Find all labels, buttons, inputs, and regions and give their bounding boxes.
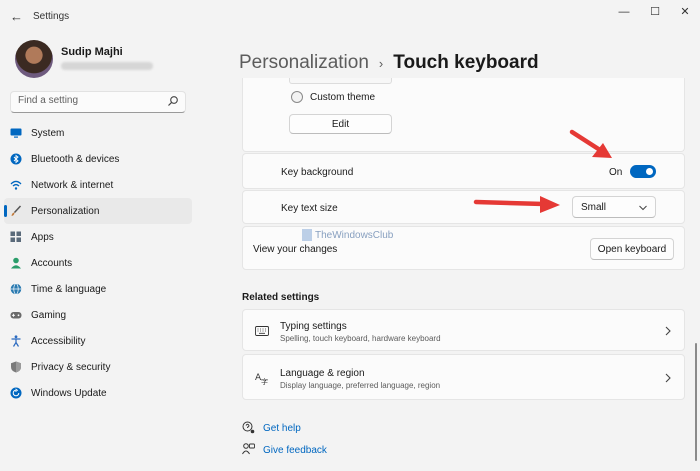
user-name: Sudip Majhi: [61, 46, 123, 58]
close-button[interactable]: ✕: [672, 4, 698, 20]
custom-theme-label: Custom theme: [310, 92, 376, 103]
annotation-arrow: [473, 196, 560, 213]
sidebar-item-label: Personalization: [31, 205, 100, 217]
monitor-icon: [10, 128, 22, 138]
help-icon: [242, 421, 255, 434]
chevron-down-icon: [639, 205, 647, 211]
watermark-text: TheWindowsClub: [315, 229, 394, 241]
related-item-title: Language & region: [280, 368, 365, 379]
language-icon: A字: [255, 373, 268, 385]
related-item-subtitle: Spelling, touch keyboard, hardware keybo…: [280, 334, 441, 343]
sidebar-item-label: System: [31, 127, 65, 139]
maximize-button[interactable]: ☐: [642, 4, 668, 20]
svg-text:字: 字: [261, 377, 268, 385]
sidebar-item-label: Privacy & security: [31, 361, 111, 373]
sidebar-item-gaming[interactable]: Gaming: [4, 302, 192, 328]
sidebar-item-bluetooth[interactable]: Bluetooth & devices: [4, 146, 192, 172]
watermark-logo-icon: [302, 229, 312, 241]
custom-theme-radio[interactable]: [291, 91, 303, 103]
shield-icon: [11, 361, 21, 373]
sidebar-item-label: Apps: [31, 231, 54, 243]
page-title: Touch keyboard: [393, 52, 539, 73]
view-changes-label: View your changes: [253, 244, 338, 255]
get-help-link[interactable]: Get help: [263, 423, 301, 434]
keyboard-icon: [255, 326, 269, 336]
sidebar-item-network[interactable]: Network & internet: [4, 172, 192, 198]
key-text-size-row: Key text size Small: [242, 190, 685, 224]
brush-icon: [11, 205, 22, 216]
key-text-size-label: Key text size: [281, 203, 338, 214]
key-background-label: Key background: [281, 167, 354, 178]
key-text-size-value: Small: [581, 202, 607, 213]
bluetooth-icon: [10, 153, 22, 165]
search-icon[interactable]: [167, 95, 179, 107]
apps-icon: [10, 231, 21, 242]
key-background-row: Key background On: [242, 153, 685, 189]
breadcrumb-parent[interactable]: Personalization: [239, 52, 369, 74]
person-icon: [11, 257, 21, 269]
sidebar-item-label: Accounts: [31, 257, 73, 269]
back-arrow-icon[interactable]: ←: [10, 10, 24, 24]
breadcrumb: Personalization › Touch keyboard: [239, 52, 539, 74]
key-background-toggle[interactable]: [630, 165, 656, 178]
sidebar-item-windows-update[interactable]: Windows Update: [4, 380, 192, 406]
sidebar-item-label: Time & language: [31, 283, 107, 295]
chevron-right-icon: [665, 373, 671, 383]
key-text-size-dropdown[interactable]: Small: [572, 196, 656, 218]
related-item-subtitle: Display language, preferred language, re…: [280, 381, 441, 390]
sidebar-item-label: Bluetooth & devices: [31, 153, 120, 165]
user-email-blurred: [61, 62, 153, 70]
update-icon: [10, 387, 22, 399]
chevron-right-icon: [665, 326, 671, 336]
theme-card: Custom theme Edit: [242, 78, 685, 152]
watermark: TheWindowsClub: [302, 229, 393, 241]
search-input[interactable]: [18, 95, 168, 106]
sidebar-item-time-language[interactable]: Time & language: [4, 276, 192, 302]
give-feedback-link[interactable]: Give feedback: [263, 445, 327, 456]
breadcrumb-separator: ›: [378, 55, 384, 71]
open-keyboard-button[interactable]: Open keyboard: [590, 238, 674, 260]
related-item-typing[interactable]: Typing settings Spelling, touch keyboard…: [242, 309, 685, 351]
avatar[interactable]: [15, 40, 53, 78]
scrollbar[interactable]: [695, 343, 697, 461]
sidebar-item-label: Gaming: [31, 309, 67, 321]
gamepad-icon: [10, 312, 22, 319]
minimize-button[interactable]: —: [611, 4, 637, 20]
theme-preview-fragment: [289, 78, 392, 84]
sidebar-item-system[interactable]: System: [4, 120, 192, 146]
related-item-title: Typing settings: [280, 321, 347, 332]
wifi-icon: [10, 180, 22, 190]
sidebar-item-label: Network & internet: [31, 179, 114, 191]
sidebar-item-label: Windows Update: [31, 387, 107, 399]
related-item-language[interactable]: A字 Language & region Display language, p…: [242, 354, 685, 400]
sidebar-nav: System Bluetooth & devices Network & int…: [4, 120, 192, 406]
key-background-state: On: [609, 167, 623, 178]
sidebar-item-label: Accessibility: [31, 335, 86, 347]
sidebar-item-accessibility[interactable]: Accessibility: [4, 328, 192, 354]
annotation-arrow: [569, 129, 612, 158]
feedback-icon: [242, 443, 255, 455]
search-box[interactable]: [10, 91, 186, 113]
globe-icon: [10, 283, 22, 295]
accessibility-icon: [11, 335, 21, 347]
sidebar-item-accounts[interactable]: Accounts: [4, 250, 192, 276]
edit-button[interactable]: Edit: [289, 114, 392, 134]
app-title: Settings: [33, 11, 70, 22]
sidebar-item-apps[interactable]: Apps: [4, 224, 192, 250]
related-settings-title: Related settings: [242, 292, 320, 303]
sidebar-item-personalization[interactable]: Personalization: [4, 198, 192, 224]
sidebar-item-privacy-security[interactable]: Privacy & security: [4, 354, 192, 380]
